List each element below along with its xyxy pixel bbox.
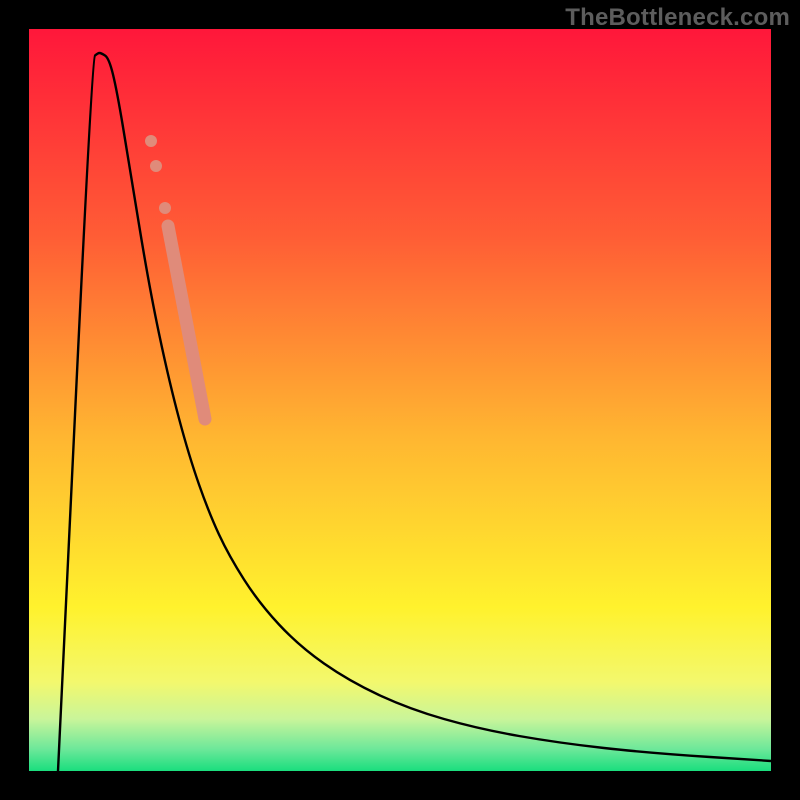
watermark-text: TheBottleneck.com <box>565 4 790 32</box>
highlight-dot <box>159 202 171 214</box>
chart-canvas: TheBottleneck.com <box>0 0 800 800</box>
plot-area <box>29 29 771 771</box>
bottleneck-chart <box>29 29 771 771</box>
highlight-dot <box>150 160 162 172</box>
gradient-background <box>29 29 771 771</box>
highlight-dot <box>145 135 157 147</box>
